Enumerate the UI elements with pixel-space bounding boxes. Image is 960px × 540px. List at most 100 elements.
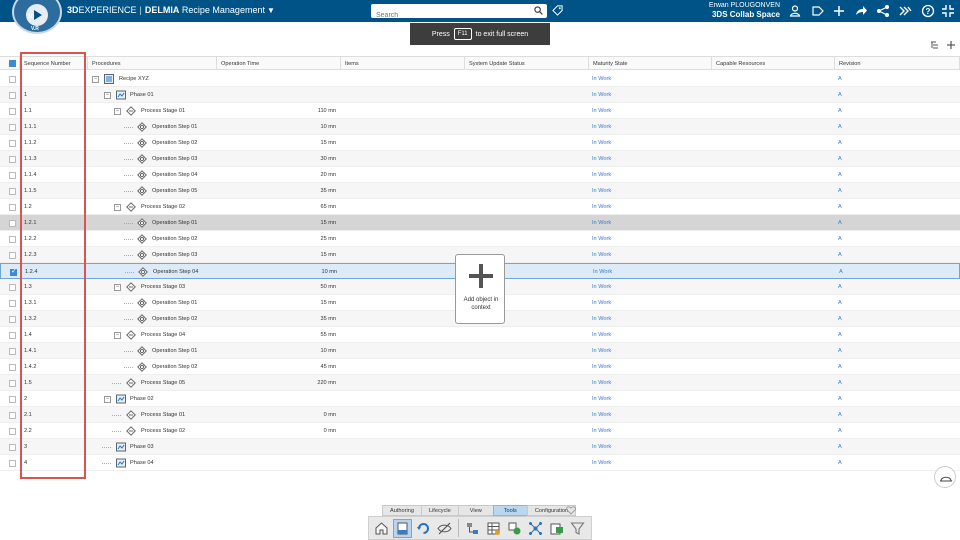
collapse-icon[interactable]: [941, 4, 955, 18]
revision[interactable]: A: [838, 183, 842, 199]
help-icon[interactable]: ?: [921, 4, 935, 18]
procedure-name[interactable]: Operation Step 04: [152, 167, 197, 183]
revision[interactable]: A: [838, 279, 842, 295]
row-checkbox[interactable]: [9, 460, 16, 467]
maturity-state[interactable]: In Work: [592, 359, 611, 375]
collapse-toggle[interactable]: −: [114, 204, 121, 211]
revision[interactable]: A: [838, 87, 842, 103]
maturity-state[interactable]: In Work: [592, 343, 611, 359]
col-items[interactable]: Items: [341, 56, 465, 70]
procedure-name[interactable]: Process Stage 03: [141, 279, 185, 295]
procedure-name[interactable]: Process Stage 01: [141, 103, 185, 119]
procedure-name[interactable]: Operation Step 02: [152, 359, 197, 375]
revision[interactable]: A: [838, 151, 842, 167]
procedure-name[interactable]: Recipe XYZ: [119, 71, 149, 87]
collapse-toggle[interactable]: −: [114, 284, 121, 291]
row-checkbox[interactable]: [9, 380, 16, 387]
revision[interactable]: A: [838, 247, 842, 263]
row-checkbox[interactable]: [9, 188, 16, 195]
select-all-header[interactable]: [0, 56, 20, 70]
row-checkbox[interactable]: [9, 396, 16, 403]
row-checkbox[interactable]: [9, 316, 16, 323]
table-row[interactable]: 1 − Phase 01 In Work A: [0, 87, 960, 103]
label-icon[interactable]: [811, 4, 825, 18]
procedure-name[interactable]: Process Stage 02: [141, 423, 185, 439]
favorite-icon[interactable]: [566, 506, 576, 515]
section-view[interactable]: View: [457, 505, 494, 516]
revision[interactable]: A: [838, 391, 842, 407]
revision[interactable]: A: [838, 455, 842, 471]
profile-icon[interactable]: [788, 4, 802, 18]
revision[interactable]: A: [838, 359, 842, 375]
search-input[interactable]: [371, 8, 521, 23]
procedure-name[interactable]: Operation Step 02: [152, 231, 197, 247]
revision[interactable]: A: [838, 71, 842, 87]
revision[interactable]: A: [838, 135, 842, 151]
revision[interactable]: A: [838, 103, 842, 119]
maturity-state[interactable]: In Work: [592, 311, 611, 327]
row-checkbox[interactable]: [9, 204, 16, 211]
maturity-state[interactable]: In Work: [592, 327, 611, 343]
row-checkbox[interactable]: [9, 220, 16, 227]
maturity-state[interactable]: In Work: [592, 87, 611, 103]
row-checkbox[interactable]: [9, 412, 16, 419]
table-row[interactable]: − Recipe XYZ In Work A: [0, 71, 960, 87]
add-column-icon[interactable]: [946, 40, 956, 50]
collapse-toggle[interactable]: −: [104, 396, 111, 403]
maturity-state[interactable]: In Work: [592, 247, 611, 263]
col-maturity-state[interactable]: Maturity State: [589, 56, 712, 70]
table-row[interactable]: 1.1 − Process Stage 01 110 mn In Work A: [0, 103, 960, 119]
tag-icon[interactable]: [552, 5, 563, 16]
procedure-name[interactable]: Operation Step 01: [152, 119, 197, 135]
revision[interactable]: A: [838, 231, 842, 247]
procedure-name[interactable]: Phase 04: [130, 455, 154, 471]
procedure-name[interactable]: Operation Step 03: [152, 151, 197, 167]
share-icon[interactable]: [876, 4, 890, 18]
table-row[interactable]: 1.1.5 Operation Step 05 35 mn In Work A: [0, 183, 960, 199]
refresh-button[interactable]: [414, 519, 433, 538]
collapse-toggle[interactable]: −: [114, 108, 121, 115]
export-button[interactable]: [547, 519, 566, 538]
document-button[interactable]: [393, 518, 412, 538]
maturity-state[interactable]: In Work: [592, 295, 611, 311]
row-checkbox[interactable]: [9, 332, 16, 339]
maturity-state[interactable]: In Work: [592, 151, 611, 167]
procedure-name[interactable]: Operation Step 04: [153, 264, 198, 280]
row-checkbox[interactable]: [9, 172, 16, 179]
table-row[interactable]: 1.1.2 Operation Step 02 15 mn In Work A: [0, 135, 960, 151]
col-sequence-number[interactable]: Sequence Number: [20, 56, 88, 70]
revision[interactable]: A: [838, 167, 842, 183]
attributes-button[interactable]: [505, 519, 524, 538]
user-info[interactable]: Erwan PLOUGONVEN 3DS Collab Space: [702, 2, 780, 20]
section-lifecycle[interactable]: Lifecycle: [420, 505, 459, 516]
procedure-name[interactable]: Process Stage 05: [141, 375, 185, 391]
revision[interactable]: A: [839, 264, 843, 280]
procedure-name[interactable]: Operation Step 05: [152, 183, 197, 199]
row-checkbox[interactable]: [9, 444, 16, 451]
collapse-toggle[interactable]: −: [104, 92, 111, 99]
maturity-state[interactable]: In Work: [592, 391, 611, 407]
procedure-name[interactable]: Phase 01: [130, 87, 154, 103]
table-row[interactable]: 1.4 − Process Stage 04 55 mn In Work A: [0, 327, 960, 343]
row-checkbox[interactable]: [9, 156, 16, 163]
col-system-update-status[interactable]: System Update Status: [465, 56, 589, 70]
table-row[interactable]: 1.1.1 Operation Step 01 10 mn In Work A: [0, 119, 960, 135]
add-object-button[interactable]: Add object in context: [455, 254, 505, 324]
revision[interactable]: A: [838, 423, 842, 439]
apps-icon[interactable]: [898, 4, 912, 18]
row-checkbox[interactable]: [9, 92, 16, 99]
revision[interactable]: A: [838, 375, 842, 391]
maturity-state[interactable]: In Work: [592, 375, 611, 391]
maturity-state[interactable]: In Work: [592, 423, 611, 439]
search-icon[interactable]: [534, 6, 543, 15]
maturity-state[interactable]: In Work: [592, 199, 611, 215]
revision[interactable]: A: [838, 439, 842, 455]
table-row[interactable]: 1.4.2 Operation Step 02 45 mn In Work A: [0, 359, 960, 375]
procedure-name[interactable]: Operation Step 01: [152, 295, 197, 311]
collapse-toggle[interactable]: −: [114, 332, 121, 339]
home-button[interactable]: [372, 519, 391, 538]
table-row[interactable]: 1.2 − Process Stage 02 65 mn In Work A: [0, 199, 960, 215]
add-icon[interactable]: [832, 4, 846, 18]
procedure-name[interactable]: Operation Step 02: [152, 311, 197, 327]
row-checkbox[interactable]: [9, 284, 16, 291]
